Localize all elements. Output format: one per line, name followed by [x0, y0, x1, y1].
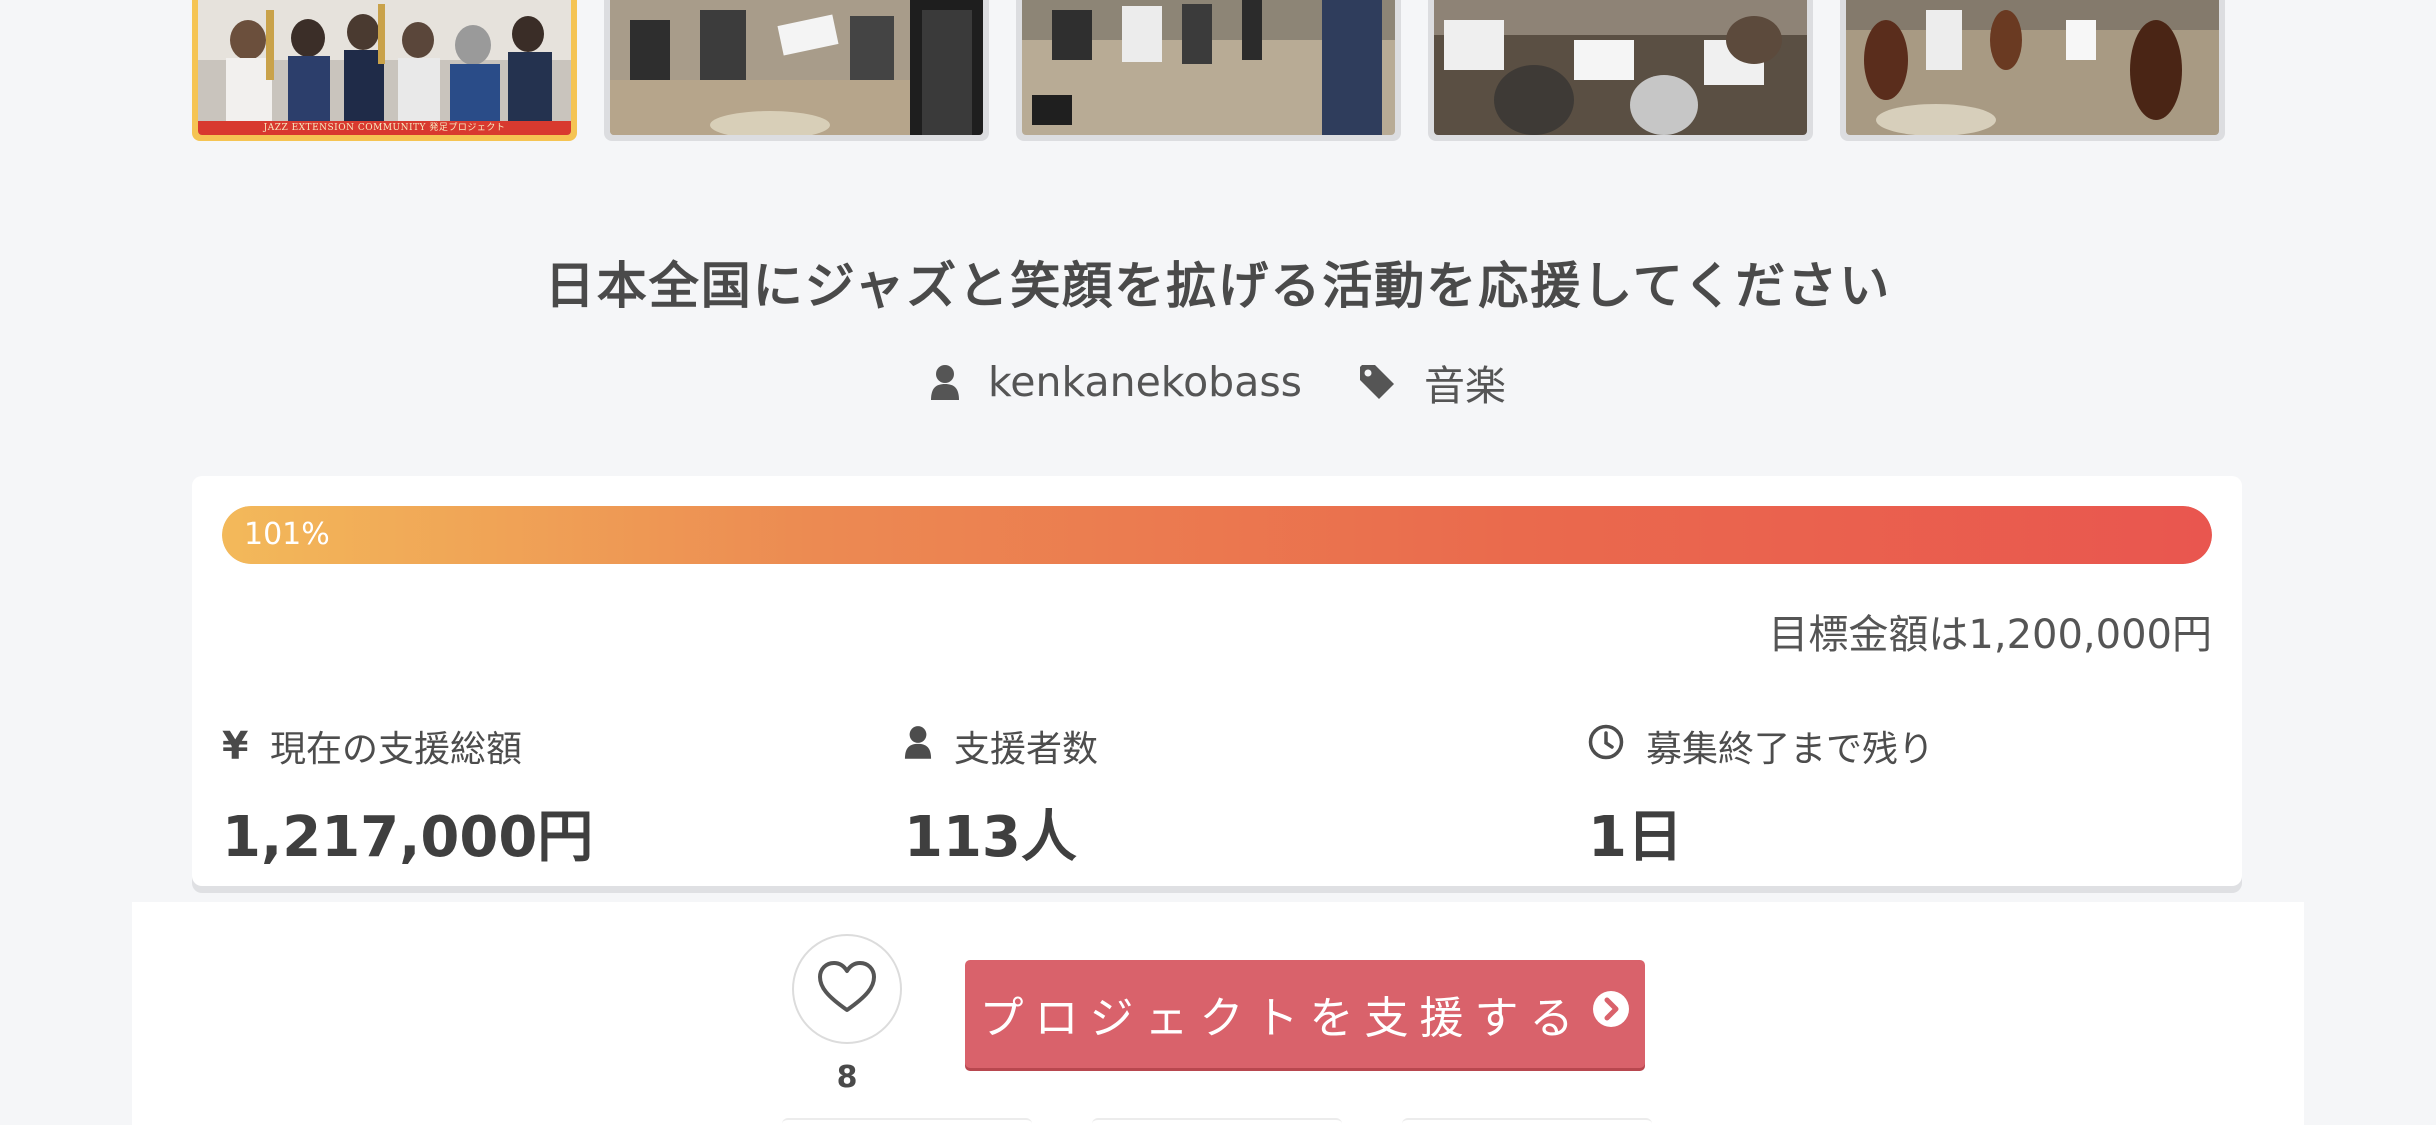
progress-bar: 101%: [222, 506, 2212, 564]
project-title: 日本全国にジャズと笑顔を拡げる活動を応援してください: [544, 257, 1892, 315]
progress-fill: [222, 506, 2212, 564]
like-count: 8: [836, 1060, 858, 1095]
author-name[interactable]: kenkanekobass: [988, 358, 1302, 406]
project-author[interactable]: kenkanekobass: [930, 358, 1302, 406]
thumbnail-image: [1434, 0, 1807, 135]
goal-amount: 目標金額は1,200,000円: [1768, 612, 2212, 658]
category-name[interactable]: 音楽: [1424, 352, 1506, 412]
thumbnail-2[interactable]: [604, 0, 989, 141]
support-button-label: プロジェクトを支援する: [979, 994, 1585, 1043]
lower-tab[interactable]: [1092, 1118, 1342, 1125]
thumbnail-3[interactable]: [1016, 0, 1401, 141]
thumbnail-image: JAZZ EXTENSION COMMUNITY 発足プロジェクト: [198, 0, 571, 135]
tag-icon: [1358, 363, 1396, 401]
stat-remaining-label: 募集終了まで残り: [1646, 729, 1935, 770]
chevron-right-circle-icon: [1591, 989, 1631, 1040]
thumbnail-1[interactable]: JAZZ EXTENSION COMMUNITY 発足プロジェクト: [192, 0, 577, 141]
user-icon: [904, 725, 932, 768]
stat-remaining-value: 1日: [1588, 805, 1683, 870]
stat-backers-value: 113人: [904, 805, 1077, 870]
lower-tabs: [782, 1118, 1722, 1125]
thumbnail-image: [610, 0, 983, 135]
like-button[interactable]: [792, 934, 902, 1044]
project-meta: kenkanekobass 音楽: [0, 352, 2436, 412]
stat-backers-label: 支援者数: [954, 729, 1099, 770]
stat-remaining: 募集終了まで残り 1日: [1588, 722, 1934, 873]
thumbnail-gallery: JAZZ EXTENSION COMMUNITY 発足プロジェクト: [192, 0, 2242, 146]
lower-tab[interactable]: [782, 1118, 1032, 1125]
support-project-button[interactable]: プロジェクトを支援する: [965, 960, 1645, 1068]
stat-raised: ¥ 現在の支援総額 1,217,000円: [222, 722, 593, 873]
thumbnail-image: [1846, 0, 2219, 135]
stat-raised-label: 現在の支援総額: [270, 729, 523, 770]
yen-icon: ¥: [222, 724, 249, 768]
clock-icon: [1588, 724, 1624, 769]
stat-raised-value: 1,217,000円: [222, 805, 594, 870]
thumbnail-caption: JAZZ EXTENSION COMMUNITY 発足プロジェクト: [198, 121, 571, 135]
funding-card: 101% 目標金額は1,200,000円 ¥ 現在の支援総額 1,217,000…: [192, 476, 2242, 886]
project-page: JAZZ EXTENSION COMMUNITY 発足プロジェクト 日本全国にジ…: [0, 0, 2436, 1125]
thumbnail-5[interactable]: [1840, 0, 2225, 141]
progress-percent: 101%: [244, 517, 330, 552]
action-panel: 8 プロジェクトを支援する: [132, 902, 2304, 1125]
stat-backers: 支援者数 113人: [904, 722, 1098, 873]
project-category[interactable]: 音楽: [1358, 352, 1506, 412]
heart-icon: [817, 960, 877, 1018]
lower-tab[interactable]: [1402, 1118, 1652, 1125]
thumbnail-image: [1022, 0, 1395, 135]
user-icon: [930, 364, 960, 400]
thumbnail-4[interactable]: [1428, 0, 1813, 141]
